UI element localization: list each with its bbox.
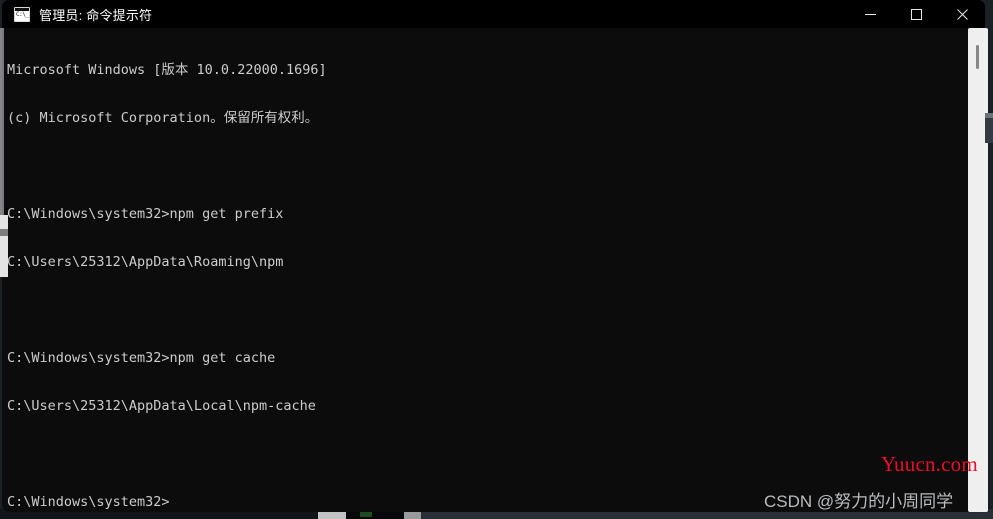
console-line: C:\Users\25312\AppData\Roaming\npm: [7, 254, 284, 270]
console-line: C:\Windows\system32>npm get cache: [7, 350, 276, 366]
window-title: 管理员: 命令提示符: [39, 7, 153, 23]
page-scrollbar-thumb[interactable]: [976, 45, 979, 69]
minimize-button[interactable]: [847, 0, 893, 28]
secondary-scrollbar-thumb[interactable]: [985, 113, 993, 118]
maximize-button[interactable]: [893, 0, 939, 28]
console-lines: Microsoft Windows [版本 10.0.22000.1696] (…: [7, 30, 985, 512]
left-scrollbar-track-upper[interactable]: [0, 28, 4, 215]
console-output-area[interactable]: Microsoft Windows [版本 10.0.22000.1696] (…: [2, 28, 985, 512]
window-controls: [847, 0, 985, 28]
left-scrollbar-track[interactable]: [0, 215, 8, 277]
console-line: C:\Windows\system32>npm get prefix: [7, 206, 284, 222]
left-scrollbar-thumb[interactable]: [0, 229, 8, 236]
console-line: C:\Users\25312\AppData\Local\npm-cache: [7, 398, 316, 414]
author-watermark: CSDN @努力的小周同学: [764, 492, 954, 511]
cmd-console-icon: C:\_: [14, 6, 30, 22]
cmd-console-icon-glyph: C:\_: [16, 10, 29, 18]
command-prompt-window: C:\_ 管理员: 命令提示符 Microsoft Windows [版本 10…: [2, 0, 985, 512]
screenshot-root: C:\_ 管理员: 命令提示符 Microsoft Windows [版本 10…: [0, 0, 993, 519]
window-titlebar[interactable]: C:\_ 管理员: 命令提示符: [2, 0, 985, 28]
page-scrollbar-track[interactable]: [968, 28, 988, 512]
titlebar-left-group: C:\_ 管理员: 命令提示符: [2, 5, 152, 24]
close-button[interactable]: [939, 0, 985, 28]
site-watermark: Yuucn.com: [881, 452, 978, 476]
console-line: (c) Microsoft Corporation。保留所有权利。: [7, 110, 319, 126]
console-line: Microsoft Windows [版本 10.0.22000.1696]: [7, 62, 327, 78]
